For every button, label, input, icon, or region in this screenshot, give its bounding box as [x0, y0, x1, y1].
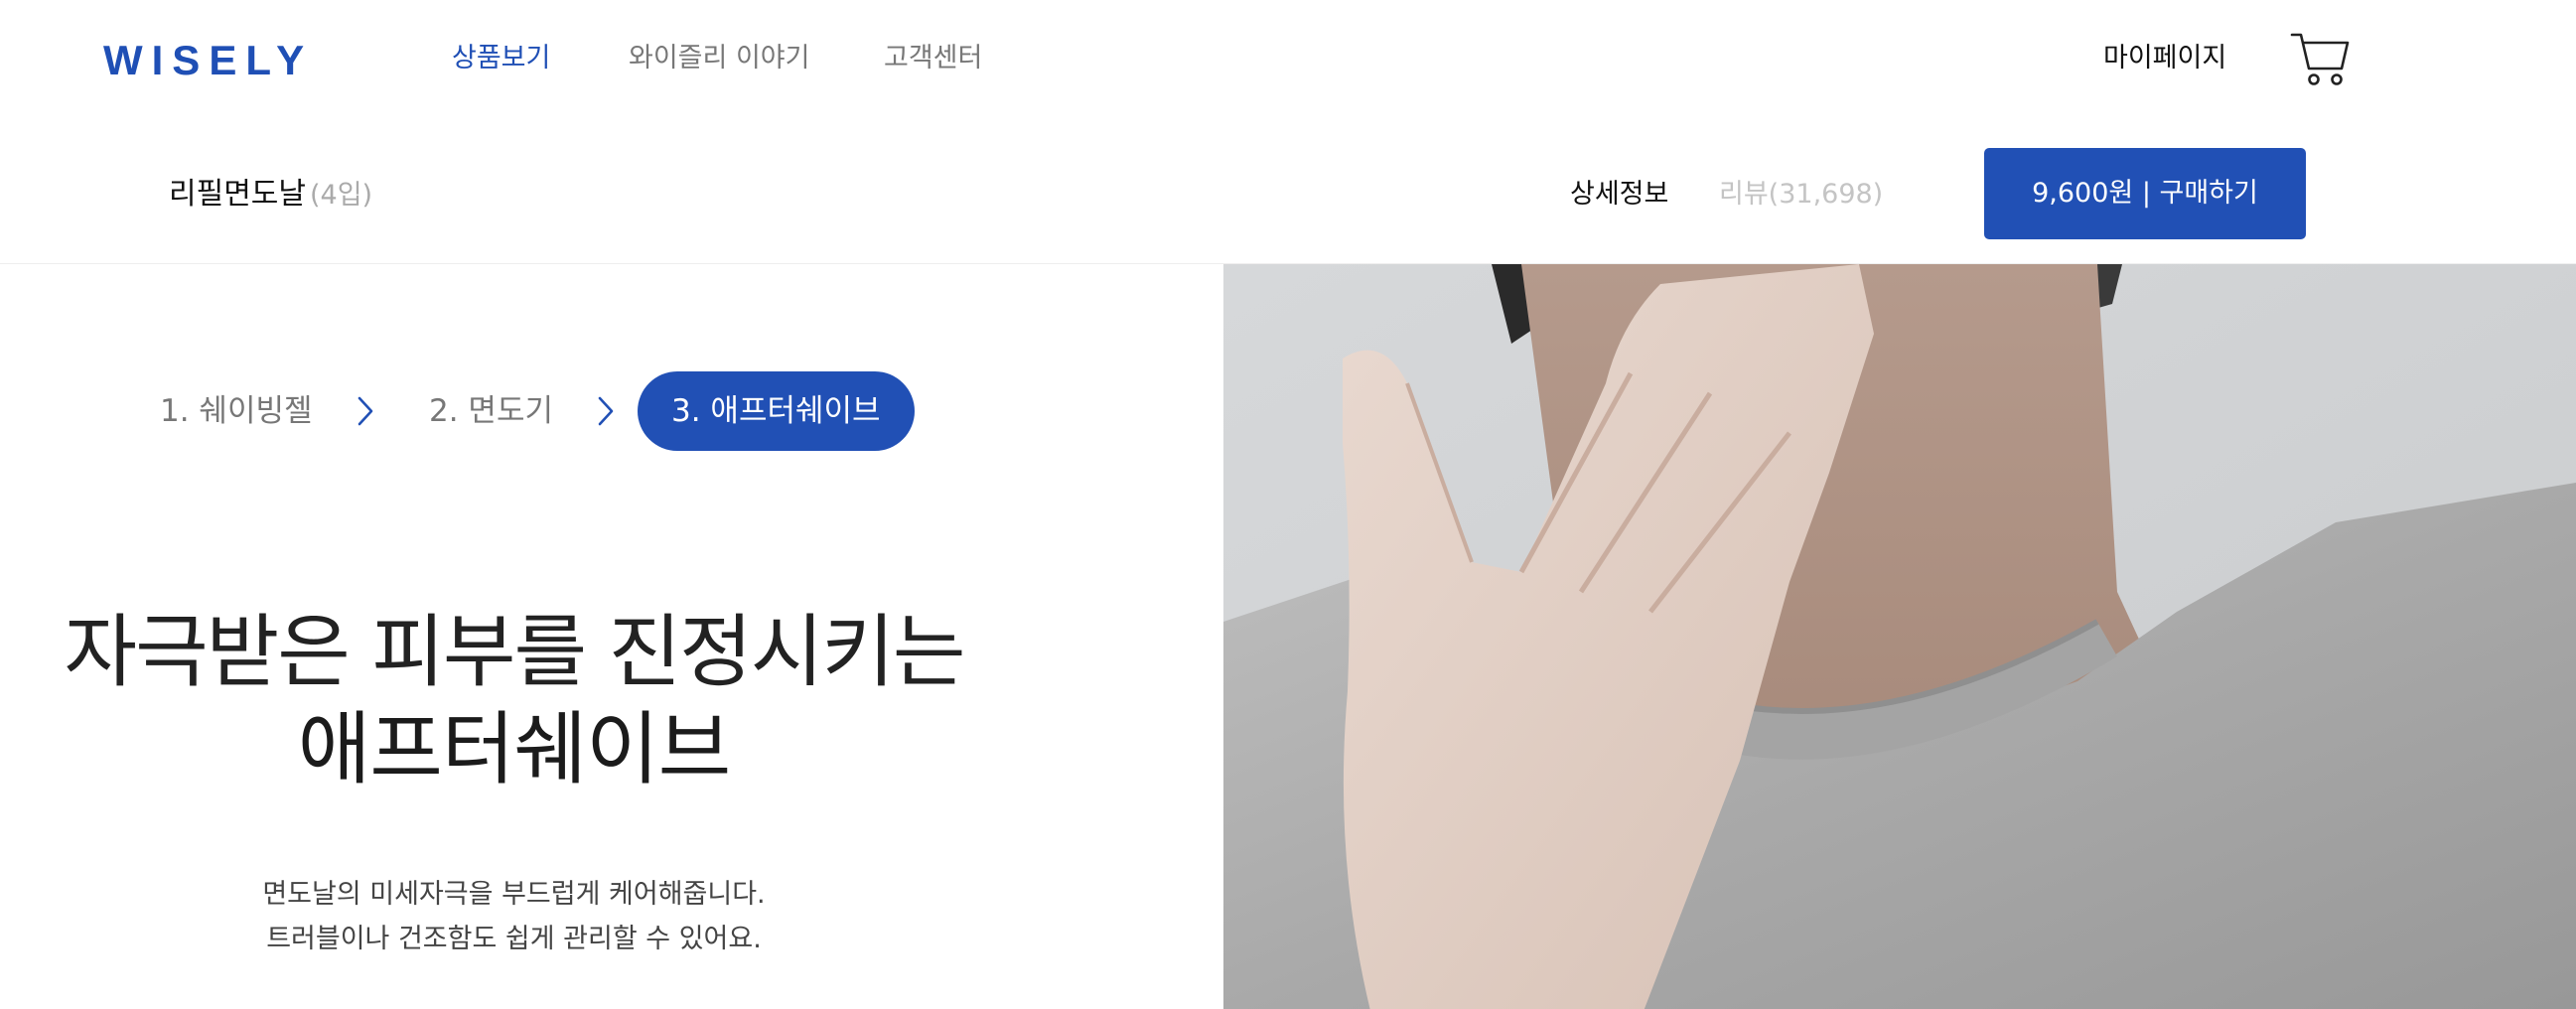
mypage-link[interactable]: 마이페이지: [2103, 41, 2226, 76]
wisely-logo[interactable]: WISELY: [103, 38, 313, 83]
headline-line1: 자극받은 피부를 진정시키는: [64, 606, 965, 698]
desc-line1: 면도날의 미세자극을 부드럽게 케어해줍니다.: [262, 879, 766, 910]
buy-button[interactable]: 9,600원 | 구매하기: [1984, 148, 2306, 239]
tab-detail[interactable]: 상세정보: [1570, 177, 1668, 213]
nav-products[interactable]: 상품보기: [452, 41, 550, 76]
top-navigation: WISELY 상품보기 와이즐리 이야기 고객센터 마이페이지: [0, 0, 2576, 119]
product-hero-photo: [1223, 264, 2576, 1009]
product-bar: 리필면도날 (4입) 상세정보 리뷰(31,698) 9,600원 | 구매하기: [0, 119, 2576, 264]
product-quantity: (4입): [310, 180, 373, 211]
nav-story[interactable]: 와이즐리 이야기: [629, 41, 809, 76]
chevron-right-icon: [356, 395, 375, 427]
hero-description: 면도날의 미세자극을 부드럽게 케어해줍니다. 트러블이나 건조함도 쉽게 관리…: [0, 872, 1028, 961]
step-razor[interactable]: 2. 면도기: [429, 369, 553, 453]
step-shaving-gel[interactable]: 1. 쉐이빙젤: [160, 369, 313, 453]
cart-icon[interactable]: [2290, 30, 2352, 87]
chevron-right-icon: [596, 395, 616, 427]
desc-line2: 트러블이나 건조함도 쉽게 관리할 수 있어요.: [266, 924, 762, 954]
step-navigation: 1. 쉐이빙젤 2. 면도기 3. 애프터쉐이브: [0, 369, 1223, 453]
nav-customer-center[interactable]: 고객센터: [884, 41, 982, 76]
hero-headline: 자극받은 피부를 진정시키는 애프터쉐이브: [0, 604, 1028, 798]
product-name: 리필면도날: [169, 177, 306, 212]
step-aftershave[interactable]: 3. 애프터쉐이브: [638, 371, 915, 451]
headline-line2: 애프터쉐이브: [297, 703, 732, 795]
tab-review[interactable]: 리뷰(31,698): [1719, 177, 1883, 213]
product-title: 리필면도날 (4입): [169, 175, 372, 216]
